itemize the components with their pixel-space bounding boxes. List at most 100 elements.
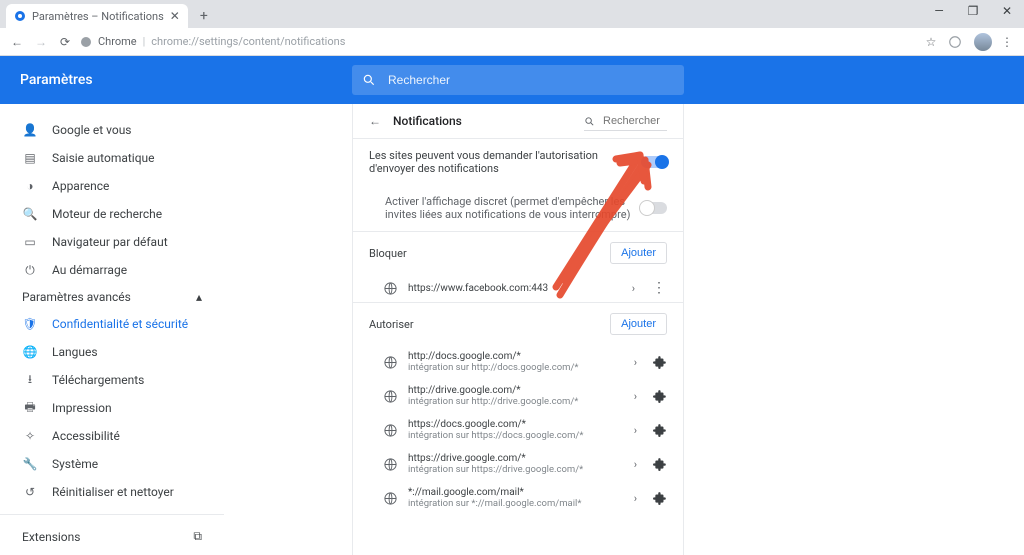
toggle-ask-permission[interactable] [641,156,667,168]
site-desc: intégration sur http://docs.google.com/* [408,362,618,373]
chevron-right-icon[interactable]: › [626,282,641,295]
site-desc: intégration sur *://mail.google.com/mail… [408,498,618,509]
site-url: http://drive.google.com/* [408,385,618,396]
allowed-site-row[interactable]: http://drive.google.com/*intégration sur… [353,379,683,413]
sidebar-advanced-label: Paramètres avancés [22,290,131,304]
settings-search-input[interactable] [386,72,674,88]
shield-icon: 🛡 [22,316,38,332]
window-minimize[interactable]: — [922,0,956,22]
sidebar-extensions[interactable]: Extensions ⧉ [0,523,224,550]
chevron-right-icon[interactable]: › [628,390,643,403]
autofill-icon: ▤ [22,150,38,166]
settings-header: Paramètres [0,56,1024,104]
power-icon: ⏻ [22,262,38,278]
card-search-input[interactable] [601,114,667,128]
sidebar-item-printing[interactable]: 🖶 Impression [0,394,224,422]
site-url: https://docs.google.com/* [408,419,618,430]
sidebar-item-privacy[interactable]: 🛡 Confidentialité et sécurité [0,310,224,338]
allowed-site-row[interactable]: *://mail.google.com/mail*intégration sur… [353,481,683,515]
tab-close-icon[interactable]: ✕ [170,9,180,23]
settings-title: Paramètres [0,72,352,88]
browser-toolbar: ← → ⟳ Chrome | chrome://settings/content… [0,28,1024,56]
settings-search[interactable] [352,65,684,95]
sidebar-advanced-toggle[interactable]: Paramètres avancés ▴ [0,284,224,310]
tab-favicon [14,10,26,22]
browser-icon: ▭ [22,234,38,250]
sidebar-item-google[interactable]: 👤Google et vous [0,116,224,144]
sidebar-extensions-label: Extensions [22,530,80,544]
site-desc: intégration sur http://drive.google.com/… [408,396,618,407]
globe-icon [383,355,398,370]
extension-puzzle-icon [653,491,667,505]
extension-puzzle-icon [653,355,667,369]
chevron-right-icon[interactable]: › [628,458,643,471]
reload-button[interactable]: ⟳ [56,33,74,51]
toggle-label: Les sites peuvent vous demander l'autori… [369,149,641,175]
external-link-icon: ⧉ [193,529,202,544]
sidebar-item-startup[interactable]: ⏻Au démarrage [0,256,224,284]
sidebar-item-label: Apparence [52,179,109,193]
globe-icon [383,389,398,404]
search-icon [362,73,376,87]
sidebar-item-label: Confidentialité et sécurité [52,317,188,331]
reset-icon: ↺ [22,484,38,500]
toggle-quiet-ui[interactable] [641,202,667,214]
allowed-site-row[interactable]: https://drive.google.com/*intégration su… [353,447,683,481]
window-close[interactable]: ✕ [990,0,1024,22]
sidebar-item-a11y[interactable]: ✧Accessibilité [0,422,224,450]
sidebar-item-languages[interactable]: 🌐 Langues [0,338,224,366]
extension-icon[interactable] [946,33,964,51]
omnibox[interactable]: Chrome | chrome://settings/content/notif… [80,35,916,48]
sidebar-item-label: Navigateur par défaut [52,235,168,249]
sidebar-item-downloads[interactable]: ⭳Téléchargements [0,366,224,394]
more-menu-icon[interactable]: ⋮ [651,280,667,296]
palette-icon: ◑ [22,178,38,194]
sidebar-about[interactable]: À propos de Chrome [0,550,224,555]
url-path: chrome://settings/content/notifications [151,35,345,48]
sidebar-item-search-engine[interactable]: 🔍Moteur de recherche [0,200,224,228]
add-blocked-button[interactable]: Ajouter [610,242,667,264]
blocked-site-row[interactable]: https://www.facebook.com:443 › ⋮ [353,274,683,302]
sidebar-item-autofill[interactable]: ▤Saisie automatique [0,144,224,172]
site-url: https://www.facebook.com:443 [408,283,616,294]
sidebar-item-label: Impression [52,401,112,415]
sidebar-item-system[interactable]: 🔧Système [0,450,224,478]
settings-sidebar: 👤Google et vous ▤Saisie automatique ◑ App… [0,104,224,555]
browser-tab[interactable]: Paramètres – Notifications ✕ [6,4,188,28]
allowed-site-row[interactable]: http://docs.google.com/*intégration sur … [353,345,683,379]
globe-icon [383,491,398,506]
sidebar-item-reset[interactable]: ↺ Réinitialiser et nettoyer [0,478,224,506]
globe-icon: 🌐 [22,344,38,360]
sidebar-item-default-browser[interactable]: ▭ Navigateur par défaut [0,228,224,256]
forward-button: → [32,33,50,51]
sidebar-item-appearance[interactable]: ◑ Apparence [0,172,224,200]
back-button[interactable]: ← [8,33,26,51]
chrome-icon [80,36,92,48]
chevron-right-icon[interactable]: › [628,492,643,505]
tab-title: Paramètres – Notifications [32,10,164,23]
bookmark-star-icon[interactable]: ☆ [922,33,940,51]
globe-icon [383,281,398,296]
card-search[interactable] [584,114,667,131]
os-titlebar: Paramètres – Notifications ✕ + — ❐ ✕ [0,0,1024,28]
settings-card: ← Notifications Les sites peuvent vous d… [352,104,684,555]
print-icon: 🖶 [22,400,38,416]
globe-icon [383,423,398,438]
sidebar-item-label: Réinitialiser et nettoyer [52,485,174,499]
add-allowed-button[interactable]: Ajouter [610,313,667,335]
allowed-site-row[interactable]: https://docs.google.com/*intégration sur… [353,413,683,447]
menu-icon[interactable]: ⋮ [998,33,1016,51]
site-desc: intégration sur https://docs.google.com/… [408,430,618,441]
card-back-button[interactable]: ← [369,114,381,128]
profile-avatar[interactable] [974,33,992,51]
sidebar-item-label: Moteur de recherche [52,207,162,221]
chevron-up-icon: ▴ [196,290,202,304]
toggle-row-quiet: Activer l'affichage discret (permet d'em… [353,185,683,231]
block-title: Bloquer [369,247,407,260]
chevron-right-icon[interactable]: › [628,356,643,369]
chevron-right-icon[interactable]: › [628,424,643,437]
new-tab-button[interactable]: + [194,6,214,26]
window-maximize[interactable]: ❐ [956,0,990,22]
sidebar-item-label: Langues [52,345,98,359]
site-desc: intégration sur https://drive.google.com… [408,464,618,475]
